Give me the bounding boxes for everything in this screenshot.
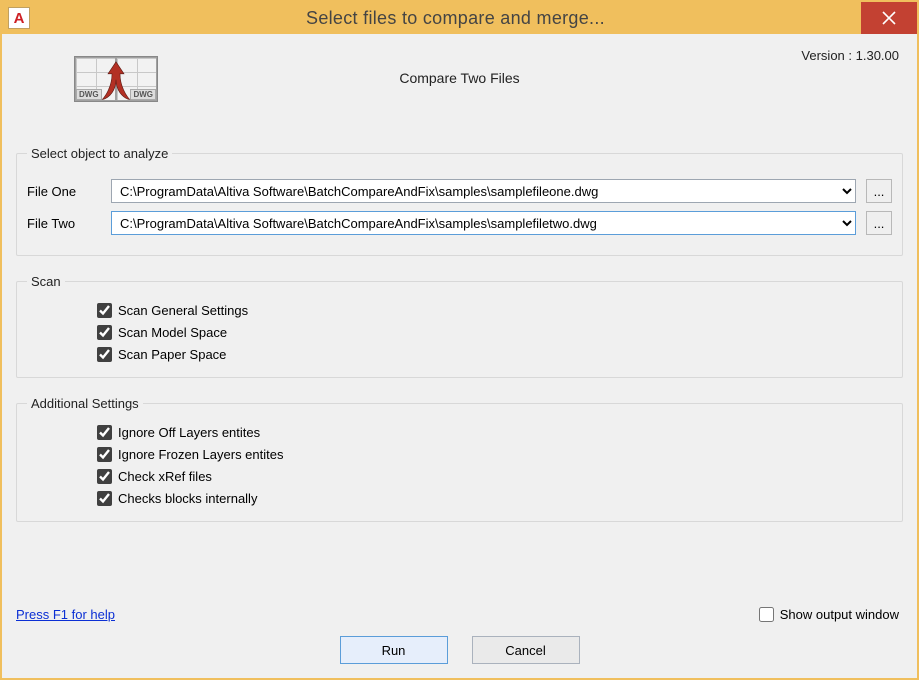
icon-tag-left: DWG [76,89,102,100]
cancel-button[interactable]: Cancel [472,636,580,664]
select-object-legend: Select object to analyze [27,146,172,161]
addl-item-checkbox[interactable] [97,491,112,506]
addl-item-checkbox[interactable] [97,469,112,484]
footer-area: Press F1 for help Show output window Run… [16,600,903,664]
file-one-browse-button[interactable]: ... [866,179,892,203]
file-two-combo[interactable]: C:\ProgramData\Altiva Software\BatchComp… [111,211,856,235]
scan-item-label: Scan General Settings [118,303,248,318]
file-two-browse-button[interactable]: ... [866,211,892,235]
header-title: Compare Two Files [16,70,903,86]
addl-item-row: Check xRef files [97,465,892,487]
addl-item-label: Ignore Frozen Layers entites [118,447,283,462]
scan-legend: Scan [27,274,65,289]
scan-group: Scan Scan General Settings Scan Model Spa… [16,274,903,378]
close-icon [882,11,896,25]
show-output-label: Show output window [780,607,899,622]
icon-tag-right: DWG [130,89,156,100]
dialog-client: DWG DWG Compare Two Files Version : 1.30… [2,34,917,678]
addl-item-label: Ignore Off Layers entites [118,425,260,440]
app-badge-icon: A [8,7,30,29]
scan-checkbox-stack: Scan General Settings Scan Model Space Sca… [97,299,892,365]
version-label: Version : 1.30.00 [801,48,899,63]
help-link[interactable]: Press F1 for help [16,607,115,622]
file-one-row: File One C:\ProgramData\Altiva Software\… [27,179,892,203]
file-two-label: File Two [27,216,101,231]
additional-checkbox-stack: Ignore Off Layers entites Ignore Frozen L… [97,421,892,509]
addl-item-label: Checks blocks internally [118,491,257,506]
run-button[interactable]: Run [340,636,448,664]
scan-item-label: Scan Paper Space [118,347,226,362]
scan-item-row: Scan General Settings [97,299,892,321]
addl-item-row: Ignore Off Layers entites [97,421,892,443]
footer-row: Press F1 for help Show output window [16,600,903,628]
scan-item-checkbox[interactable] [97,347,112,362]
app-badge-letter: A [14,10,25,27]
addl-item-row: Checks blocks internally [97,487,892,509]
action-button-row: Run Cancel [16,636,903,664]
scan-item-label: Scan Model Space [118,325,227,340]
file-one-combo[interactable]: C:\ProgramData\Altiva Software\BatchComp… [111,179,856,203]
addl-item-checkbox[interactable] [97,425,112,440]
titlebar: A Select files to compare and merge... [2,2,917,34]
addl-item-row: Ignore Frozen Layers entites [97,443,892,465]
show-output-container: Show output window [759,607,899,622]
scan-item-row: Scan Model Space [97,321,892,343]
window-title: Select files to compare and merge... [30,8,861,29]
additional-settings-legend: Additional Settings [27,396,143,411]
show-output-checkbox[interactable] [759,607,774,622]
dialog-window: A Select files to compare and merge... D… [0,0,919,680]
scan-item-checkbox[interactable] [97,325,112,340]
scan-item-row: Scan Paper Space [97,343,892,365]
addl-item-checkbox[interactable] [97,447,112,462]
file-two-row: File Two C:\ProgramData\Altiva Software\… [27,211,892,235]
additional-settings-group: Additional Settings Ignore Off Layers en… [16,396,903,522]
scan-item-checkbox[interactable] [97,303,112,318]
header-row: DWG DWG Compare Two Files Version : 1.30… [16,52,903,116]
addl-item-label: Check xRef files [118,469,212,484]
select-object-group: Select object to analyze File One C:\Pro… [16,146,903,256]
file-one-label: File One [27,184,101,199]
close-button[interactable] [861,2,917,34]
